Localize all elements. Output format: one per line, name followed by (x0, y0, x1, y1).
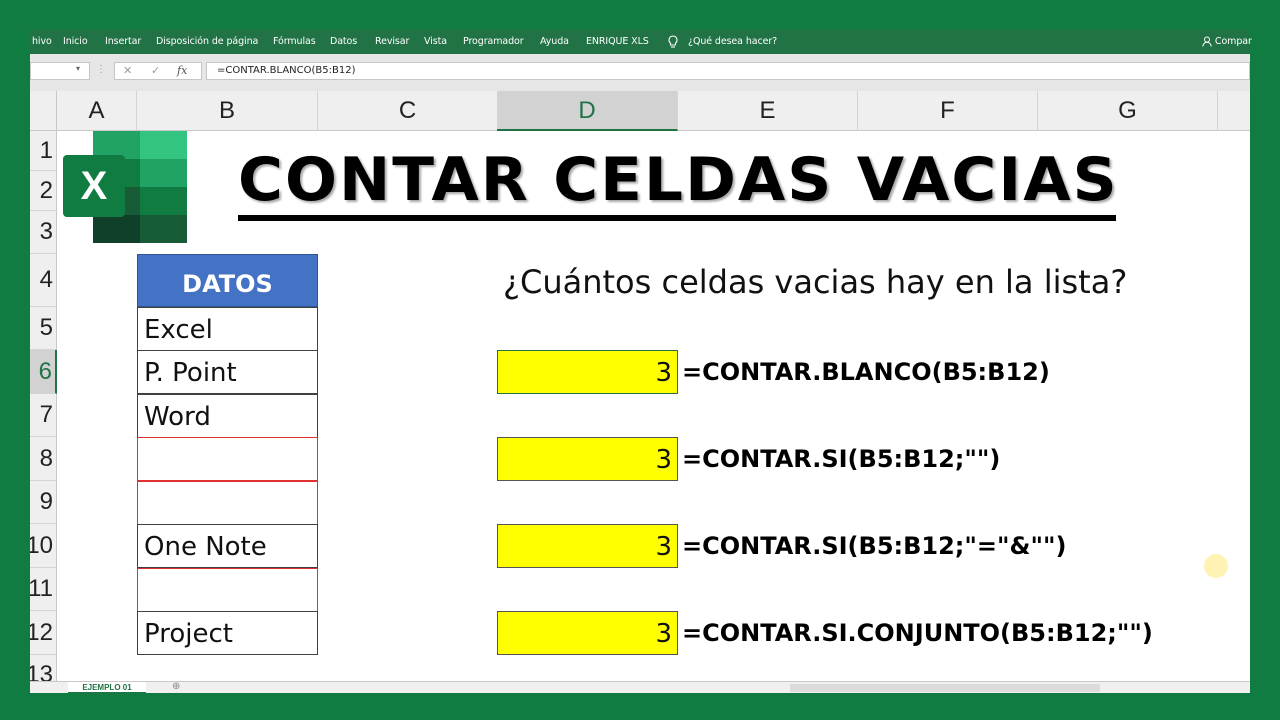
tell-me-search[interactable]: ¿Qué desea hacer? (688, 30, 777, 54)
row-number: 9 (39, 488, 53, 515)
row-number: 1 (39, 136, 53, 164)
worksheet-grid[interactable]: A B C D E F G 1 2 3 4 5 6 7 8 9 10 11 12… (30, 91, 1250, 681)
tab-datos[interactable]: Datos (330, 30, 357, 54)
formula-bar: ▾ ⋮ ✕ ✓ fx =CONTAR.BLANCO(B5:B12) (30, 54, 1250, 91)
column-header-e[interactable]: E (678, 91, 858, 131)
row-header-1[interactable]: 1 (30, 131, 57, 171)
row-number: 12 (30, 618, 53, 646)
check-icon[interactable]: ✓ (151, 63, 160, 79)
column-header-b[interactable]: B (137, 91, 318, 131)
column-header-f[interactable]: F (858, 91, 1038, 131)
formula-input[interactable]: =CONTAR.BLANCO(B5:B12) (206, 62, 1250, 80)
logo-letter: X (81, 164, 108, 208)
table-cell-b9-empty[interactable] (137, 481, 318, 525)
row-number: 8 (39, 444, 53, 472)
insert-function-icon[interactable]: fx (177, 63, 187, 79)
tab-disposicion[interactable]: Disposición de página (156, 30, 258, 54)
row-header-11[interactable]: 11 (30, 568, 57, 611)
row-header-3[interactable]: 3 (30, 211, 57, 254)
tab-formulas[interactable]: Fórmulas (273, 30, 316, 54)
tab-inicio[interactable]: Inicio (63, 30, 88, 54)
column-header-g[interactable]: G (1038, 91, 1218, 131)
row-header-12[interactable]: 12 (30, 611, 57, 655)
row-number: 13 (30, 660, 53, 682)
sheet-tab-ejemplo-01[interactable]: EJEMPLO 01 (68, 682, 146, 693)
horizontal-scrollbar[interactable] (790, 684, 1100, 692)
row-header-8[interactable]: 8 (30, 437, 57, 481)
row-number: 5 (39, 314, 53, 341)
tab-vista[interactable]: Vista (424, 30, 447, 54)
result-cell-d6[interactable]: 3 (497, 350, 678, 394)
table-cell-b11-empty[interactable] (137, 568, 318, 612)
chevron-down-icon[interactable]: ▾ (76, 64, 80, 73)
row-header-2[interactable]: 2 (30, 171, 57, 211)
formula-buttons: ✕ ✓ fx (114, 62, 202, 80)
formula-label-2: =CONTAR.SI(B5:B12;"") (682, 445, 1001, 473)
row-number: 6 (38, 357, 52, 385)
name-box[interactable] (30, 62, 90, 80)
result-cell-d8[interactable]: 3 (497, 437, 678, 481)
tab-revisar[interactable]: Revisar (375, 30, 409, 54)
tab-programador[interactable]: Programador (463, 30, 524, 54)
row-number: 2 (39, 176, 53, 204)
row-header-5[interactable]: 5 (30, 307, 57, 350)
row-number: 10 (30, 531, 53, 559)
row-number: 3 (39, 218, 53, 245)
tab-enrique-xls[interactable]: ENRIQUE XLS (586, 30, 649, 54)
row-header-10[interactable]: 10 (30, 524, 57, 568)
cancel-icon[interactable]: ✕ (123, 63, 132, 79)
page-title: CONTAR CELDAS VACIAS (238, 145, 1119, 215)
sheet-tab-bar: EJEMPLO 01 ⊕ (30, 681, 1250, 693)
formula-label-1: =CONTAR.BLANCO(B5:B12) (682, 358, 1050, 386)
column-header-d[interactable]: D (497, 91, 678, 131)
row-header-9[interactable]: 9 (30, 481, 57, 524)
question-text: ¿Cuántos celdas vacias hay en la lista? (503, 263, 1128, 301)
tab-archivo[interactable]: hivo (32, 30, 52, 54)
row-header-13[interactable]: 13 (30, 655, 57, 681)
row-header-4[interactable]: 4 (30, 254, 57, 307)
formula-label-3: =CONTAR.SI(B5:B12;"="&"") (682, 532, 1067, 560)
grip-icon: ⋮ (96, 64, 106, 75)
add-sheet-icon[interactable]: ⊕ (172, 682, 180, 692)
share-button[interactable]: Compar (1202, 30, 1252, 54)
excel-logo: X (63, 131, 187, 243)
data-table-header[interactable]: DATOS (137, 254, 318, 307)
table-cell-b10[interactable]: One Note (137, 524, 318, 568)
person-icon (1202, 36, 1212, 47)
column-header-partial[interactable] (1218, 91, 1250, 131)
row-number: 7 (39, 401, 53, 428)
select-all-corner[interactable] (30, 91, 57, 131)
tab-insertar[interactable]: Insertar (105, 30, 141, 54)
row-number: 4 (39, 266, 53, 293)
table-cell-b12[interactable]: Project (137, 611, 318, 655)
column-header-a[interactable]: A (57, 91, 137, 131)
row-header-6[interactable]: 6 (30, 350, 57, 394)
tab-ayuda[interactable]: Ayuda (540, 30, 569, 54)
column-header-c[interactable]: C (318, 91, 498, 131)
table-cell-b6[interactable]: P. Point (137, 350, 318, 394)
title-underline (238, 215, 1116, 221)
table-cell-b7[interactable]: Word (137, 394, 318, 438)
result-cell-d12[interactable]: 3 (497, 611, 678, 655)
formula-label-4: =CONTAR.SI.CONJUNTO(B5:B12;"") (682, 619, 1153, 647)
row-number: 11 (30, 575, 53, 602)
row-header-7[interactable]: 7 (30, 394, 57, 437)
table-cell-b5[interactable]: Excel (137, 307, 318, 351)
mouse-cursor-highlight (1204, 554, 1228, 578)
share-label: Compar (1214, 36, 1252, 47)
lightbulb-icon (667, 30, 679, 54)
ribbon-tabs: hivo Inicio Insertar Disposición de pági… (30, 30, 1252, 54)
table-cell-b8-empty[interactable] (137, 437, 318, 481)
result-cell-d10[interactable]: 3 (497, 524, 678, 568)
